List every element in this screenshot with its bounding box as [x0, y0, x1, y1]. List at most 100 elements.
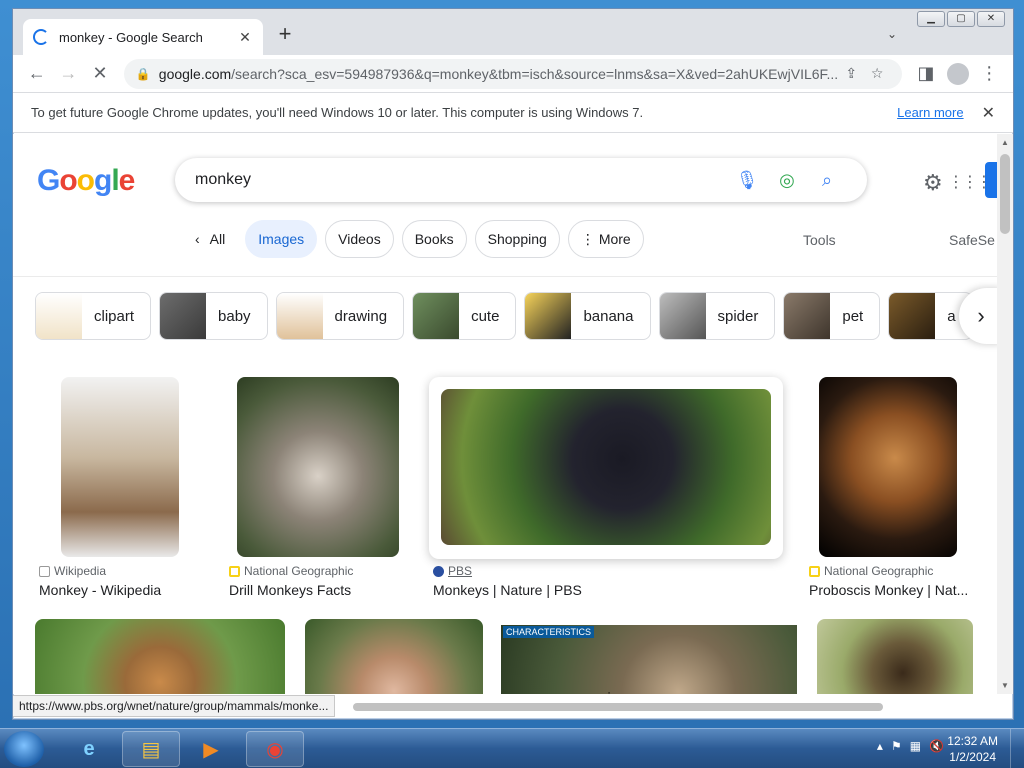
safesearch-button[interactable]: SafeSe [949, 232, 995, 248]
forward-arrow-icon[interactable]: → [53, 60, 85, 88]
microphone-icon[interactable]: 🎙 [727, 170, 767, 191]
related-chip-spider[interactable]: spider [658, 292, 776, 340]
back-arrow-icon[interactable]: ← [21, 60, 53, 88]
result-title[interactable]: Monkeys | Nature | PBS [433, 582, 773, 598]
result-source: PBS [433, 564, 472, 578]
related-chip-drawing[interactable]: drawing [275, 292, 405, 340]
minimize-icon[interactable]: ▁ [917, 11, 945, 27]
image-result[interactable]: National Geographic Proboscis Monkey | N… [805, 377, 975, 602]
tab-all[interactable]: ‹ All [183, 220, 238, 258]
close-infobar-icon[interactable]: ✕ [982, 103, 995, 123]
address-bar[interactable]: 🔒 google.com/search?sca_esv=594987936&q=… [123, 58, 903, 89]
share-icon[interactable]: ⇪ [838, 65, 864, 82]
explorer-taskbar-icon[interactable]: ▤ [122, 731, 180, 767]
chip-thumbnail [413, 293, 460, 339]
tab-books[interactable]: Books [401, 220, 467, 258]
image-result[interactable] [817, 619, 973, 694]
source-label: PBS [448, 564, 473, 578]
tab-videos[interactable]: Videos [325, 220, 394, 258]
image-result[interactable] [305, 619, 483, 694]
image-result[interactable] [35, 619, 285, 694]
tab-shopping[interactable]: Shopping [474, 220, 560, 258]
related-chip-pet[interactable]: pet [783, 292, 881, 340]
image-result[interactable]: Wikipedia Monkey - Wikipedia [35, 377, 205, 602]
google-logo[interactable]: Google [37, 164, 135, 198]
h-scroll-thumb[interactable] [353, 703, 883, 711]
url-path: /search?sca_esv=594987936&q=monkey&tbm=i… [231, 65, 839, 82]
result-title[interactable]: Drill Monkeys Facts [229, 582, 415, 598]
show-desktop-button[interactable] [1010, 729, 1024, 768]
side-panel-icon[interactable]: ◨ [910, 60, 942, 88]
tools-button[interactable]: Tools [803, 232, 836, 248]
related-chip-cute[interactable]: cute [412, 292, 517, 340]
network-icon[interactable]: ▦ [910, 739, 921, 753]
action-center-icon[interactable]: ⚑ [891, 739, 902, 753]
result-thumbnail [817, 619, 973, 694]
chip-label: baby [218, 307, 251, 325]
chip-thumbnail [659, 293, 706, 339]
chip-thumbnail [784, 293, 831, 339]
tab-all-label: All [209, 231, 226, 247]
profile-avatar-icon[interactable] [942, 60, 974, 88]
related-chip-clipart[interactable]: clipart [35, 292, 152, 340]
media-player-taskbar-icon[interactable]: ▶ [182, 731, 240, 767]
tab-strip: monkey - Google Search ✕ + ⌄ ▁ ▢ ✕ [13, 9, 1013, 55]
image-result-hovered[interactable]: PBS Monkeys | Nature | PBS [429, 377, 783, 598]
bookmark-star-icon[interactable]: ☆ [864, 65, 890, 82]
menu-kebab-icon[interactable]: ⋮ [973, 60, 1005, 88]
maximize-icon[interactable]: ▢ [947, 11, 975, 27]
tab-more[interactable]: ⋮ More [567, 220, 644, 258]
horizontal-scrollbar[interactable] [353, 701, 999, 713]
lock-icon: 🔒 [135, 66, 151, 81]
chip-label: drawing [334, 307, 388, 325]
lens-camera-icon[interactable]: ◎ [767, 170, 807, 191]
scroll-up-icon[interactable]: ▲ [1001, 138, 1009, 147]
tray-expand-icon[interactable]: ▴ [877, 739, 883, 753]
search-input[interactable]: monkey [195, 171, 727, 189]
chevron-left-icon: ‹ [195, 231, 200, 247]
scroll-down-icon[interactable]: ▼ [1001, 681, 1009, 690]
tab-search-chevron-icon[interactable]: ⌄ [887, 27, 897, 41]
source-label: National Geographic [824, 564, 934, 578]
source-label: National Geographic [244, 564, 354, 578]
update-infobar: To get future Google Chrome updates, you… [13, 93, 1013, 133]
apps-grid-icon[interactable]: ⋮⋮⋮ [948, 172, 992, 192]
search-results-page: Google monkey 🎙 ◎ ⌕ ⚙ ⋮⋮⋮ ‹ All Images Vi… [13, 134, 997, 694]
result-title[interactable]: Monkey - Wikipedia [39, 582, 205, 598]
learn-more-link[interactable]: Learn more [897, 105, 963, 120]
pbs-favicon-icon [433, 565, 444, 577]
infobar-message: To get future Google Chrome updates, you… [31, 105, 644, 120]
related-searches: clipart baby drawing cute banana spider … [35, 292, 973, 340]
ie-taskbar-icon[interactable]: e [60, 731, 118, 767]
taskbar-clock[interactable]: 12:32 AM 1/2/2024 [947, 733, 998, 765]
sign-in-button[interactable] [985, 162, 997, 198]
tab-active[interactable]: monkey - Google Search ✕ [23, 19, 263, 55]
search-box[interactable]: monkey 🎙 ◎ ⌕ [175, 158, 867, 202]
chip-label: spider [717, 307, 759, 325]
tab-more-label: More [598, 231, 631, 247]
image-result[interactable]: National Geographic Drill Monkeys Facts [225, 377, 415, 602]
volume-muted-icon[interactable]: 🔇 [929, 739, 944, 753]
scroll-thumb[interactable] [1000, 154, 1010, 234]
start-orb-icon[interactable] [4, 731, 44, 767]
result-title[interactable]: Proboscis Monkey | Nat... [809, 582, 975, 598]
windows-taskbar: e ▤ ▶ ◉ ▴ ⚑ ▦ 🔇 12:32 AM 1/2/2024 [0, 728, 1024, 768]
related-chip-banana[interactable]: banana [524, 292, 651, 340]
stop-loading-icon[interactable]: ✕ [84, 60, 116, 88]
close-window-icon[interactable]: ✕ [977, 11, 1005, 27]
settings-gear-icon[interactable]: ⚙ [923, 170, 943, 196]
new-tab-button[interactable]: + [275, 23, 295, 45]
browser-toolbar: ← → ✕ 🔒 google.com/search?sca_esv=594987… [13, 55, 1013, 93]
vertical-scrollbar[interactable]: ▲ ▼ [997, 134, 1013, 694]
chip-thumbnail [36, 293, 82, 339]
close-tab-icon[interactable]: ✕ [237, 29, 253, 46]
related-chip-baby[interactable]: baby [159, 292, 268, 340]
overlay-label: CHARACTERISTICS [503, 626, 595, 638]
chrome-taskbar-icon[interactable]: ◉ [246, 731, 304, 767]
image-result[interactable]: CHARACTERISTICS [501, 625, 797, 694]
tab-images[interactable]: Images [245, 220, 318, 258]
chip-label: cute [471, 307, 500, 325]
result-source: National Geographic [809, 564, 933, 578]
search-icon[interactable]: ⌕ [807, 170, 847, 191]
result-thumbnail [819, 377, 957, 557]
